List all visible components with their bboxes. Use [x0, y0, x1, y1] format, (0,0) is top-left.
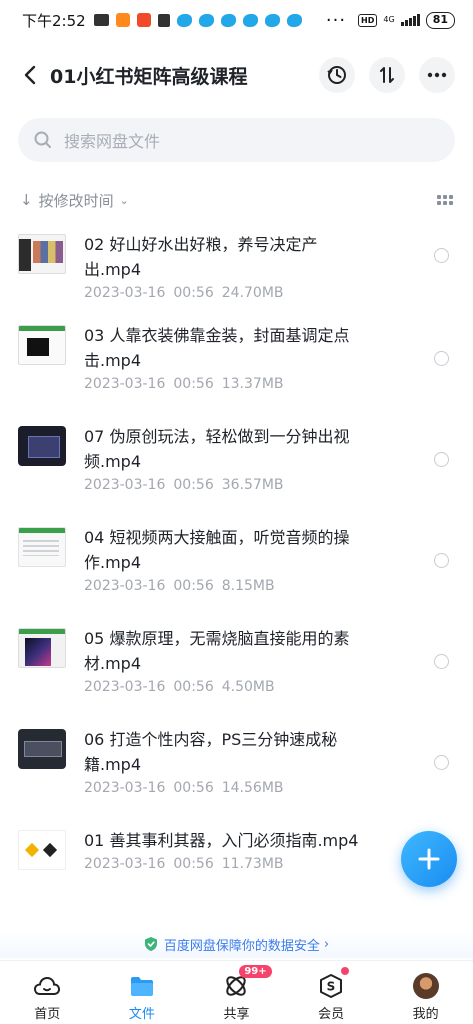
- bird-icon: [242, 13, 258, 27]
- bird-icon: [286, 13, 302, 27]
- notification-dot: [341, 967, 350, 975]
- nav-share[interactable]: 共享 99+: [189, 961, 284, 1024]
- app-notification-icon: [136, 13, 151, 27]
- file-row[interactable]: 07 伪原创玩法，轻松做到一分钟出视频.mp4 2023-03-16 00:56 3…: [0, 414, 473, 515]
- select-radio[interactable]: [434, 248, 449, 263]
- video-thumbnail: [18, 426, 66, 466]
- share-badge: 99+: [239, 965, 272, 978]
- file-row[interactable]: 03 人靠衣装佛靠金装，封面基调定点击.mp4 2023-03-16 00:56 1…: [0, 313, 473, 414]
- chevron-down-icon[interactable]: ⌄: [120, 194, 129, 207]
- file-meta: 2023-03-16 00:56 4.50MB: [84, 679, 275, 695]
- search-icon: [34, 131, 51, 148]
- file-name: 04 短视频两大接触面，听觉音频的操作.mp4: [84, 528, 350, 572]
- file-meta: 2023-03-16 00:56 14.56MB: [84, 780, 284, 796]
- notification-icons: [93, 13, 302, 27]
- file-row[interactable]: 02 好山好水出好粮，养号决定产出.mp4 2023-03-16 00:56 24.…: [0, 222, 473, 313]
- search-input[interactable]: 搜索网盘文件: [18, 118, 455, 162]
- upload-icon: [157, 13, 170, 27]
- file-row[interactable]: 05 爆款原理，无需烧脑直接能用的素材.mp4 2023-03-16 00:56 4…: [0, 616, 473, 717]
- nav-label: 我的: [412, 1007, 439, 1022]
- bird-icon: [176, 13, 192, 27]
- file-row[interactable]: 06 打造个性内容，PS三分钟速成秘籍.mp4 2023-03-16 00:56 1…: [0, 717, 473, 818]
- more-button[interactable]: [419, 57, 455, 93]
- nav-files[interactable]: 文件: [95, 961, 190, 1024]
- history-button[interactable]: [319, 57, 355, 93]
- hd-indicator: HD: [358, 13, 378, 27]
- file-name: 01 善其事利其器，入门必须指南.mp4: [84, 831, 359, 850]
- file-name: 05 爆款原理，无需烧脑直接能用的素材.mp4: [84, 629, 350, 673]
- file-name: 06 打造个性内容，PS三分钟速成秘籍.mp4: [84, 730, 338, 774]
- file-meta: 2023-03-16 00:56 13.37MB: [84, 376, 284, 392]
- more-dots-icon: [427, 72, 447, 78]
- nav-home[interactable]: 首页: [0, 961, 95, 1024]
- sort-arrows-icon: [380, 67, 394, 83]
- search-placeholder: 搜索网盘文件: [64, 132, 161, 151]
- video-thumbnail: [18, 729, 66, 769]
- avatar: [412, 973, 440, 999]
- network-type: 4G: [383, 15, 395, 24]
- file-meta: 2023-03-16 00:56 8.15MB: [84, 578, 275, 594]
- video-thumbnail: [18, 527, 66, 567]
- video-thumbnail: [18, 325, 66, 365]
- page-title: 01小红书矩阵高级课程: [50, 65, 248, 88]
- nav-label: 首页: [34, 1007, 61, 1022]
- bottom-nav: 首页 文件 共享 99+ S 会员 我的: [0, 960, 473, 1024]
- sort-dropdown[interactable]: 按修改时间: [39, 190, 114, 211]
- message-icon: [93, 14, 109, 26]
- chevron-left-icon: [24, 65, 36, 85]
- file-meta: 2023-03-16 00:56 36.57MB: [84, 477, 284, 493]
- svg-text:S: S: [327, 980, 336, 994]
- app-notification-icon: [115, 13, 130, 27]
- file-name: 07 伪原创玩法，轻松做到一分钟出视频.mp4: [84, 427, 350, 471]
- sort-button[interactable]: [369, 57, 405, 93]
- plus-icon: [418, 848, 440, 870]
- nav-label: 文件: [128, 1007, 155, 1022]
- shield-icon: [144, 937, 157, 951]
- arrow-down-icon: ↓: [20, 191, 33, 209]
- nav-label: 会员: [318, 1007, 345, 1022]
- folder-icon: [128, 973, 156, 999]
- status-time: 下午2:52: [22, 11, 86, 30]
- file-name: 03 人靠衣装佛靠金装，封面基调定点击.mp4: [84, 326, 350, 370]
- nav-label: 共享: [223, 1007, 250, 1022]
- system-indicators: ··· HD 4G 81: [326, 10, 455, 31]
- select-radio[interactable]: [434, 755, 449, 770]
- signal-icon: [400, 14, 420, 26]
- video-thumbnail: [18, 234, 66, 274]
- file-row[interactable]: 04 短视频两大接触面，听觉音频的操作.mp4 2023-03-16 00:56 8…: [0, 515, 473, 616]
- add-button[interactable]: [401, 831, 457, 887]
- vip-icon: S: [317, 973, 345, 999]
- nav-vip[interactable]: S 会员: [284, 961, 379, 1024]
- security-text: 百度网盘保障你的数据安全: [163, 938, 320, 954]
- nav-mine[interactable]: 我的: [378, 961, 473, 1024]
- back-button[interactable]: [18, 60, 42, 90]
- history-icon: [327, 66, 346, 84]
- video-thumbnail: [18, 628, 66, 668]
- header-actions: [319, 57, 455, 93]
- file-name: 02 好山好水出好粮，养号决定产出.mp4: [84, 235, 318, 279]
- header: 01小红书矩阵高级课程: [0, 50, 473, 100]
- select-radio[interactable]: [434, 452, 449, 467]
- file-list: 02 好山好水出好粮，养号决定产出.mp4 2023-03-16 00:56 24.…: [0, 222, 473, 909]
- bird-icon: [198, 13, 214, 27]
- chevron-right-icon: ›: [323, 936, 330, 952]
- bird-icon: [220, 13, 236, 27]
- sort-bar: ↓ 按修改时间 ⌄: [20, 188, 453, 212]
- cloud-icon: [33, 973, 61, 999]
- select-radio[interactable]: [434, 654, 449, 669]
- select-radio[interactable]: [434, 553, 449, 568]
- grid-view-icon[interactable]: [437, 195, 453, 205]
- file-meta: 2023-03-16 00:56 24.70MB: [84, 285, 284, 301]
- video-thumbnail: [18, 830, 66, 870]
- bird-icon: [264, 13, 280, 27]
- status-bar: 下午2:52 ··· HD 4G 81: [0, 0, 473, 40]
- file-meta: 2023-03-16 00:56 11.73MB: [84, 856, 284, 872]
- more-notifications-icon: ···: [325, 9, 347, 31]
- battery-level: 81: [425, 11, 455, 29]
- select-radio[interactable]: [434, 351, 449, 366]
- security-notice[interactable]: 百度网盘保障你的数据安全 ›: [0, 930, 473, 958]
